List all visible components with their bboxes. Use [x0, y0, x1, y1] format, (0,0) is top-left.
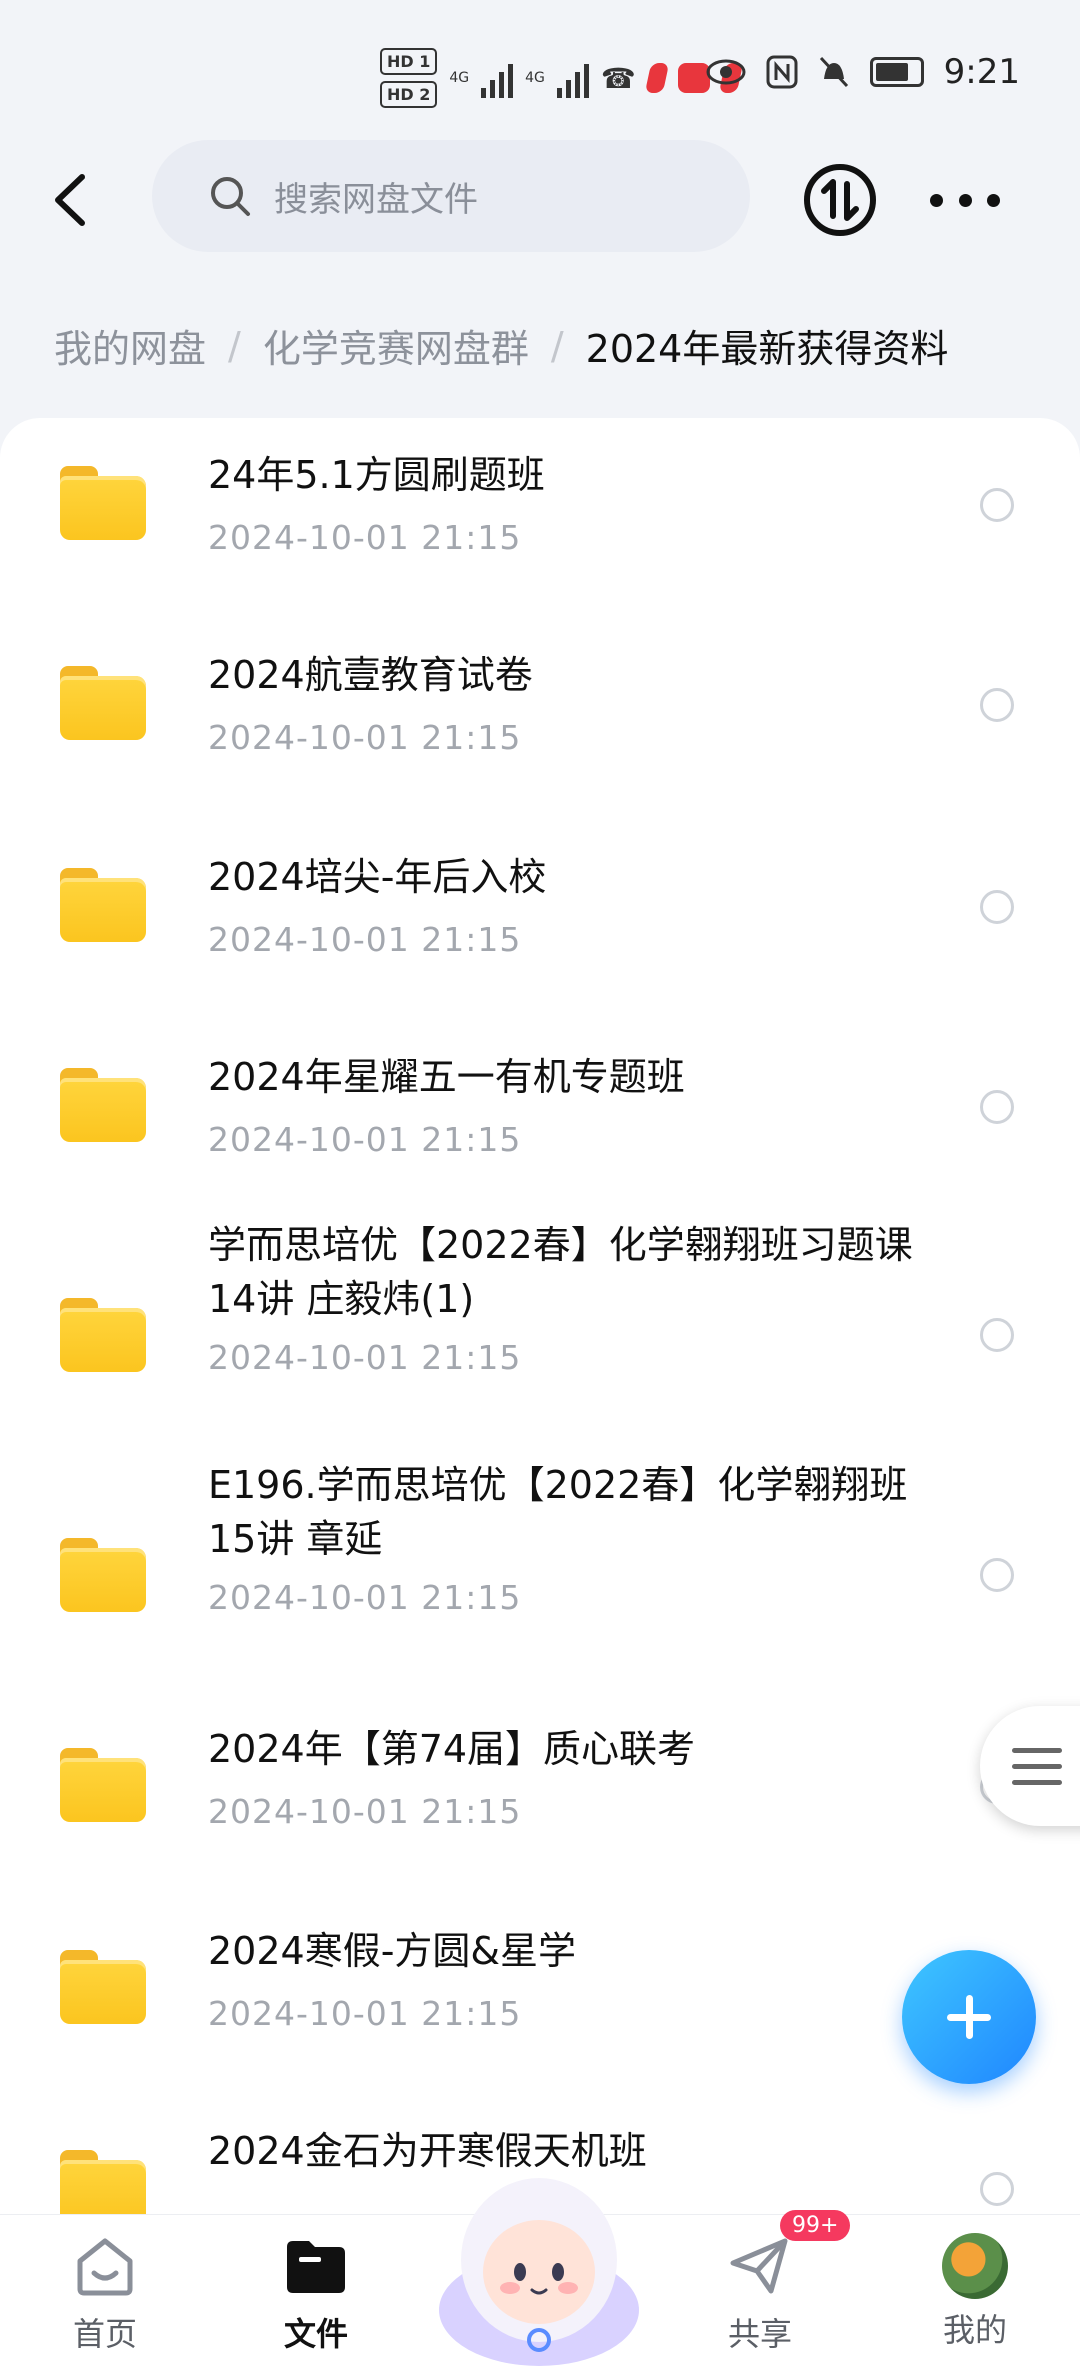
file-name: E196.学而思培优【2022春】化学翱翔班15讲 章延	[208, 1463, 908, 1561]
signal-icon	[481, 58, 514, 98]
folder-icon	[60, 466, 146, 540]
nav-home[interactable]: 首页	[45, 2233, 165, 2355]
list-item[interactable]: E196.学而思培优【2022春】化学翱翔班15讲 章延 2024-10-01 …	[0, 1458, 1080, 1698]
add-button[interactable]	[902, 1950, 1036, 2084]
nav-mine[interactable]: 我的	[915, 2233, 1035, 2351]
breadcrumb-my-drive[interactable]: 我的网盘	[54, 318, 206, 373]
top-bar: 搜索网盘文件	[0, 140, 1080, 260]
select-radio[interactable]	[980, 2172, 1014, 2206]
mascot-button[interactable]	[432, 2160, 646, 2374]
file-name: 2024培尖-年后入校	[208, 855, 547, 899]
share-badge: 99+	[780, 2210, 851, 2241]
select-radio[interactable]	[980, 688, 1014, 722]
file-date: 2024-10-01 21:15	[208, 920, 522, 959]
back-button[interactable]	[40, 165, 100, 235]
clock: 9:21	[943, 52, 1020, 92]
file-name: 2024寒假-方圆&星学	[208, 1929, 577, 1973]
list-item[interactable]: 2024年【第74届】质心联考 2024-10-01 21:15	[0, 1698, 1080, 1898]
battery-icon	[869, 57, 924, 87]
app-notification-icon	[644, 63, 669, 93]
nav-share-label: 共享	[727, 2315, 792, 2353]
nfc-icon	[766, 55, 798, 89]
nav-mine-label: 我的	[942, 2311, 1007, 2349]
network-2-label: 4G	[525, 70, 545, 86]
breadcrumb-separator: /	[550, 323, 564, 368]
file-date: 2024-10-01 21:15	[208, 518, 522, 557]
more-icon[interactable]	[930, 180, 1000, 220]
list-item[interactable]: 2024年星耀五一有机专题班 2024-10-01 21:15	[0, 1018, 1080, 1218]
files-icon	[287, 2241, 345, 2293]
search-placeholder: 搜索网盘文件	[274, 179, 478, 220]
status-bar: HD 1 HD 2 4G 4G ☎ 9:21	[0, 0, 1080, 140]
file-name: 2024航壹教育试卷	[208, 653, 533, 697]
file-name: 24年5.1方圆刷题班	[208, 453, 545, 497]
missed-call-icon: ☎	[600, 61, 636, 95]
file-name: 学而思培优【2022春】化学翱翔班习题课14讲 庄毅炜(1)	[208, 1223, 913, 1321]
hd-indicators: HD 1 HD 2	[380, 48, 438, 108]
eye-icon	[706, 59, 746, 85]
list-item[interactable]: 2024航壹教育试卷 2024-10-01 21:15	[0, 618, 1080, 818]
nav-share[interactable]: 共享	[700, 2233, 820, 2355]
select-radio[interactable]	[980, 1090, 1014, 1124]
folder-icon	[60, 2150, 146, 2224]
select-radio[interactable]	[980, 1318, 1014, 1352]
file-date: 2024-10-01 21:15	[208, 1994, 522, 2033]
breadcrumb-group[interactable]: 化学竞赛网盘群	[263, 318, 529, 373]
search-bar[interactable]: 搜索网盘文件	[152, 140, 750, 252]
select-radio[interactable]	[980, 1558, 1014, 1592]
folder-icon	[60, 1068, 146, 1142]
breadcrumb-current: 2024年最新获得资料	[585, 327, 949, 371]
network-1-label: 4G	[449, 70, 470, 86]
file-name: 2024年【第74届】质心联考	[208, 1727, 696, 1771]
file-date: 2024-10-01 21:15	[208, 1120, 522, 1159]
folder-icon	[60, 666, 146, 740]
avatar	[942, 2233, 1008, 2299]
file-date: 2024-10-01 21:15	[208, 718, 522, 757]
folder-icon	[60, 1950, 146, 2024]
nav-files[interactable]: 文件	[256, 2233, 376, 2355]
status-left: HD 1 HD 2 4G 4G ☎	[380, 48, 743, 108]
list-item[interactable]: 2024培尖-年后入校 2024-10-01 21:15	[0, 818, 1080, 1018]
file-date: 2024-10-01 21:15	[208, 1578, 522, 1617]
select-radio[interactable]	[980, 488, 1014, 522]
signal-2-icon	[556, 58, 589, 98]
folder-icon	[60, 1298, 146, 1372]
search-icon	[211, 177, 250, 216]
transfer-icon[interactable]	[800, 160, 880, 240]
status-right: 9:21	[706, 52, 1020, 92]
file-date: 2024-10-01 21:15	[208, 1792, 522, 1831]
file-name: 2024年星耀五一有机专题班	[208, 1055, 685, 1099]
nav-files-label: 文件	[283, 2315, 348, 2353]
file-date: 2024-10-01 21:15	[208, 1338, 522, 1377]
home-icon	[77, 2238, 133, 2296]
mute-icon	[819, 56, 848, 88]
hd1-badge: HD 1	[380, 48, 438, 75]
hd2-badge: HD 2	[380, 81, 438, 108]
nav-home-label: 首页	[72, 2315, 137, 2353]
folder-icon	[60, 1538, 146, 1612]
breadcrumb-separator: /	[228, 323, 241, 368]
folder-icon	[60, 1748, 146, 1822]
select-radio[interactable]	[980, 890, 1014, 924]
list-item[interactable]: 学而思培优【2022春】化学翱翔班习题课14讲 庄毅炜(1) 2024-10-0…	[0, 1218, 1080, 1458]
share-icon	[730, 2238, 788, 2294]
folder-icon	[60, 868, 146, 942]
list-item[interactable]: 24年5.1方圆刷题班 2024-10-01 21:15	[0, 418, 1080, 618]
breadcrumb: 我的网盘 / 化学竞赛网盘群 / 2024年最新获得资料	[54, 318, 948, 373]
